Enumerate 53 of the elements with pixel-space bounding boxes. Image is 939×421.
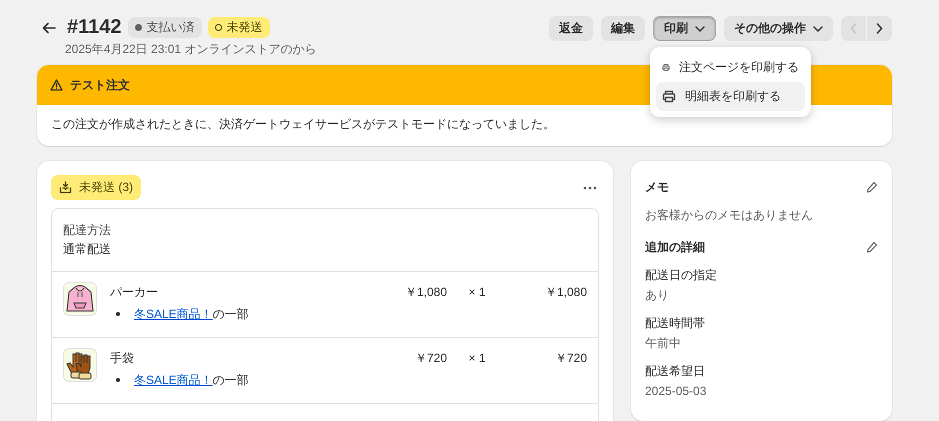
bullet-icon [116, 312, 120, 316]
hoodie-icon [63, 282, 97, 316]
banner-title: テスト注文 [70, 76, 130, 94]
unit-price: ￥720 [414, 350, 447, 367]
line-total: ￥720 [554, 350, 587, 367]
field-value: あり [645, 287, 670, 304]
next-button[interactable] [867, 16, 892, 41]
quantity: × 1 [467, 284, 486, 301]
discount-link[interactable]: 冬SALE商品！ [134, 373, 213, 387]
action-button[interactable]: 返金 [549, 16, 593, 41]
field-label: 配送時間帯 [645, 315, 706, 332]
back-arrow-icon[interactable] [42, 22, 56, 34]
delivery-label: 配達方法 [63, 222, 112, 239]
chevron-left-icon [850, 23, 857, 34]
banner-message: この注文が作成されたときに、決済ゲートウェイサービスがテストモードになっていました。 [50, 116, 556, 133]
status-badge: 未発送 [208, 17, 270, 38]
printer-icon [662, 90, 676, 103]
notes-empty-text: お客様からのメモはありません [645, 207, 814, 224]
more-icon[interactable] [583, 186, 597, 190]
status-badge: 支払い済 [128, 17, 202, 38]
action-button[interactable]: その他の操作 [724, 16, 833, 41]
discount-note: 冬SALE商品！の一部 [134, 306, 249, 323]
delivery-method: 通常配送 [63, 241, 112, 258]
action-button[interactable]: 編集 [601, 16, 645, 41]
warning-icon [50, 79, 63, 91]
pencil-icon[interactable] [866, 181, 878, 193]
discount-note: 冬SALE商品！の一部 [134, 372, 249, 389]
bullet-icon [116, 378, 120, 382]
product-name: パーカー [110, 284, 159, 301]
pencil-icon[interactable] [866, 241, 878, 253]
unit-price: ￥1,080 [404, 284, 447, 301]
caret-icon [695, 26, 705, 32]
gloves-icon [63, 348, 97, 382]
inbox-icon [59, 181, 72, 194]
product-name: 手袋 [110, 350, 135, 367]
field-value: 午前中 [645, 335, 682, 352]
printer-icon [662, 61, 670, 74]
menu-item[interactable]: 注文ページを印刷する [656, 53, 805, 82]
notes-title: メモ [645, 179, 669, 196]
chevron-right-icon [876, 23, 883, 34]
line-total: ￥1,080 [544, 284, 587, 301]
discount-link[interactable]: 冬SALE商品！ [134, 307, 213, 321]
caret-icon [813, 26, 823, 32]
field-value: 2025-05-03 [645, 383, 708, 400]
details-title: 追加の詳細 [645, 239, 705, 256]
action-button[interactable]: 印刷 [653, 16, 716, 41]
unfulfilled-badge: 未発送 (3) [51, 175, 141, 200]
field-label: 配送日の指定 [645, 267, 718, 284]
order-title: #1142 [67, 16, 122, 39]
menu-item[interactable]: 明細表を印刷する [656, 82, 805, 111]
field-label: 配送希望日 [645, 363, 706, 380]
order-date: 2025年4月22日 23:01 オンラインストアのから [65, 41, 316, 58]
quantity: × 1 [467, 350, 486, 367]
